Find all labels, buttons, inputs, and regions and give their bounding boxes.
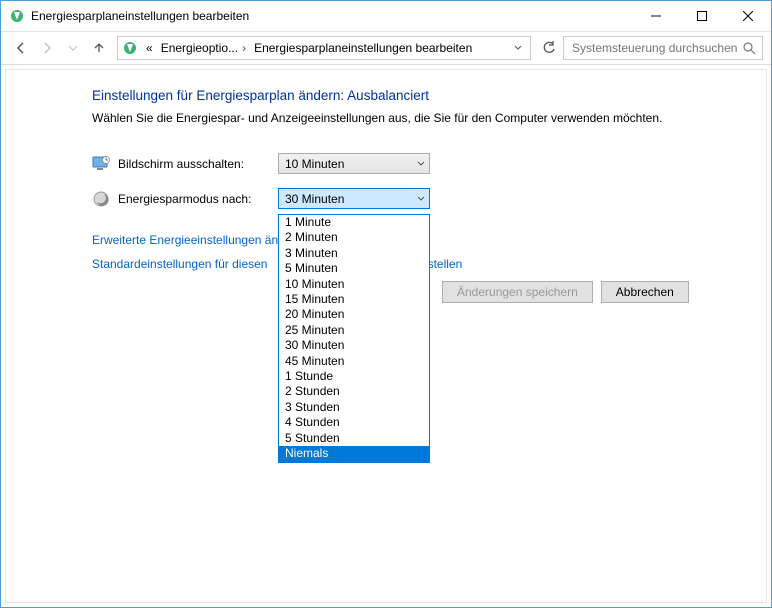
dropdown-option[interactable]: 20 Minuten bbox=[279, 307, 429, 322]
breadcrumb-prefix[interactable]: « bbox=[142, 41, 157, 55]
combo-sleep-dropdown[interactable]: 1 Minute2 Minuten3 Minuten5 Minuten10 Mi… bbox=[278, 214, 430, 463]
breadcrumb[interactable]: « Energieoptio... › Energiesparplaneinst… bbox=[117, 36, 531, 60]
chevron-down-icon bbox=[417, 160, 425, 168]
row-sleep-label: Energiesparmodus nach: bbox=[118, 192, 278, 206]
dropdown-option[interactable]: 45 Minuten bbox=[279, 354, 429, 369]
combo-display-off-value: 10 Minuten bbox=[285, 157, 344, 171]
dropdown-option[interactable]: 15 Minuten bbox=[279, 292, 429, 307]
close-button[interactable] bbox=[725, 1, 771, 31]
row-display-off-label: Bildschirm ausschalten: bbox=[118, 157, 278, 171]
breadcrumb-seg-2[interactable]: Energiesparplaneinstellungen bearbeiten bbox=[250, 41, 476, 55]
combo-sleep-value: 30 Minuten bbox=[285, 192, 344, 206]
dropdown-option[interactable]: 4 Stunden bbox=[279, 415, 429, 430]
dropdown-option[interactable]: 30 Minuten bbox=[279, 338, 429, 353]
page-description: Wählen Sie die Energiespar- und Anzeigee… bbox=[92, 111, 752, 125]
search-icon bbox=[743, 42, 756, 55]
recent-button[interactable] bbox=[61, 36, 85, 60]
cancel-button[interactable]: Abbrechen bbox=[601, 281, 689, 303]
minimize-button[interactable] bbox=[633, 1, 679, 31]
breadcrumb-dropdown-icon[interactable] bbox=[510, 44, 526, 52]
search-box[interactable] bbox=[563, 36, 763, 60]
dropdown-option[interactable]: 1 Minute bbox=[279, 215, 429, 230]
monitor-icon bbox=[92, 155, 110, 173]
maximize-button[interactable] bbox=[679, 1, 725, 31]
save-button[interactable]: Änderungen speichern bbox=[442, 281, 593, 303]
window-title: Energiesparplaneinstellungen bearbeiten bbox=[31, 9, 633, 23]
combo-display-off[interactable]: 10 Minuten bbox=[278, 153, 430, 174]
dropdown-option[interactable]: 3 Minuten bbox=[279, 246, 429, 261]
content-pane: Einstellungen für Energiesparplan ändern… bbox=[5, 69, 767, 603]
row-display-off: Bildschirm ausschalten: 10 Minuten bbox=[92, 153, 752, 174]
combo-sleep[interactable]: 30 Minuten bbox=[278, 188, 430, 209]
breadcrumb-seg-2-label: Energiesparplaneinstellungen bearbeiten bbox=[254, 41, 472, 55]
forward-button[interactable] bbox=[35, 36, 59, 60]
dropdown-option[interactable]: 25 Minuten bbox=[279, 323, 429, 338]
dropdown-option[interactable]: Niemals bbox=[279, 446, 429, 461]
dropdown-option[interactable]: 5 Minuten bbox=[279, 261, 429, 276]
link-restore-defaults-part1: Standardeinstellungen für diesen bbox=[92, 257, 267, 271]
dropdown-option[interactable]: 2 Stunden bbox=[279, 384, 429, 399]
link-restore-defaults-part2: stellen bbox=[428, 257, 463, 271]
up-button[interactable] bbox=[87, 36, 111, 60]
dropdown-option[interactable]: 3 Stunden bbox=[279, 400, 429, 415]
dropdown-option[interactable]: 5 Stunden bbox=[279, 431, 429, 446]
chevron-down-icon bbox=[417, 195, 425, 203]
button-bar: Änderungen speichern Abbrechen bbox=[442, 281, 752, 303]
breadcrumb-seg-1-label: Energieoptio... bbox=[161, 41, 238, 55]
dropdown-option[interactable]: 10 Minuten bbox=[279, 277, 429, 292]
dropdown-option[interactable]: 1 Stunde bbox=[279, 369, 429, 384]
dropdown-option[interactable]: 2 Minuten bbox=[279, 230, 429, 245]
nav-toolbar: « Energieoptio... › Energiesparplaneinst… bbox=[1, 31, 771, 65]
window: Energiesparplaneinstellungen bearbeiten … bbox=[0, 0, 772, 608]
row-sleep: Energiesparmodus nach: 30 Minuten bbox=[92, 188, 752, 209]
moon-icon bbox=[92, 190, 110, 208]
chevron-right-icon: › bbox=[242, 41, 246, 55]
back-button[interactable] bbox=[9, 36, 33, 60]
refresh-button[interactable] bbox=[537, 36, 561, 60]
page-heading: Einstellungen für Energiesparplan ändern… bbox=[92, 88, 752, 103]
breadcrumb-icon bbox=[122, 40, 138, 56]
titlebar: Energiesparplaneinstellungen bearbeiten bbox=[1, 1, 771, 31]
app-icon bbox=[9, 8, 25, 24]
search-input[interactable] bbox=[570, 40, 743, 56]
breadcrumb-seg-1[interactable]: Energieoptio... › bbox=[157, 41, 250, 55]
